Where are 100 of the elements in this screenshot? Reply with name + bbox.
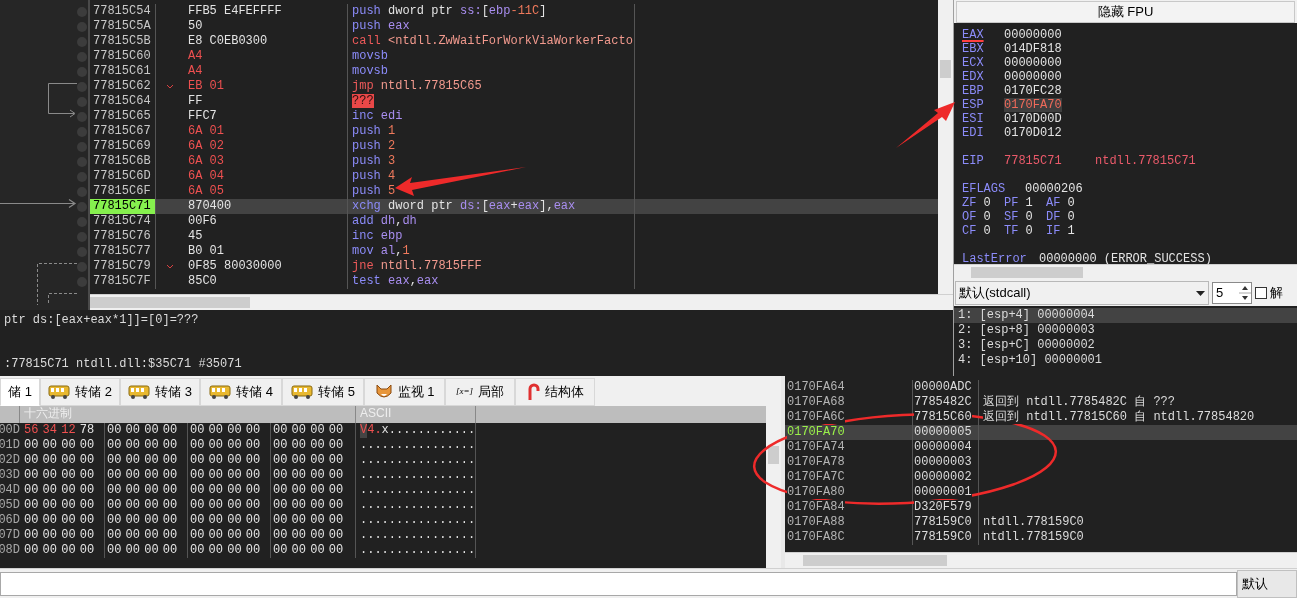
scrollbar-thumb[interactable] — [803, 555, 947, 566]
byte-cell[interactable]: 00 — [291, 498, 306, 513]
register-value[interactable]: 0170D012 — [1004, 125, 1062, 140]
byte-cell[interactable]: 00 — [61, 528, 76, 543]
byte-cell[interactable]: 00 — [42, 498, 57, 513]
byte-cell[interactable]: 00 — [144, 543, 159, 558]
byte-cell[interactable]: 00 — [144, 483, 159, 498]
byte-cell[interactable]: 00 — [328, 438, 344, 453]
address-cell[interactable]: 77815C64 — [90, 94, 156, 109]
address-cell[interactable]: 0170FA80 — [787, 485, 845, 499]
byte-cell[interactable]: 00 — [162, 543, 178, 558]
byte-cell[interactable]: 00 — [190, 513, 205, 528]
byte-cell[interactable]: 00 — [42, 513, 57, 528]
byte-cell[interactable]: 00 — [125, 453, 140, 468]
register-name[interactable]: EBP — [962, 83, 1004, 98]
byte-cell[interactable]: 00 — [227, 543, 242, 558]
flag-value[interactable]: 0 — [1025, 223, 1033, 238]
byte-cell[interactable]: 00 — [125, 513, 140, 528]
dump-tab[interactable]: [x=] 局部 — [445, 378, 515, 406]
byte-cell[interactable]: 00 — [190, 543, 205, 558]
flag-value[interactable]: 0 — [983, 209, 991, 224]
byte-cell[interactable]: 00 — [245, 468, 261, 483]
byte-cell[interactable]: 00 — [227, 498, 242, 513]
byte-cell[interactable]: 00 — [79, 543, 95, 558]
argument-row[interactable]: 1: [esp+4] 00000004 — [954, 308, 1297, 324]
byte-cell[interactable]: 00 — [79, 483, 95, 498]
byte-cell[interactable]: 00 — [125, 468, 140, 483]
address-cell[interactable]: 77815C79 — [90, 259, 156, 274]
dump-tab[interactable]: 转储 2 — [40, 378, 120, 406]
register-name[interactable]: EAX — [962, 27, 1004, 42]
byte-cell[interactable]: 00 — [79, 498, 95, 513]
byte-cell[interactable]: 00 — [273, 483, 288, 498]
dump-tab[interactable]: 转储 5 — [282, 378, 364, 406]
byte-cell[interactable]: 00 — [245, 453, 261, 468]
byte-cell[interactable]: 00 — [24, 543, 39, 558]
instruction-cell[interactable]: test eax,eax — [348, 274, 635, 289]
instruction-cell[interactable]: call <ntdll.ZwWaitForWorkViaWorkerFacto — [348, 34, 635, 49]
address-cell[interactable]: 77815C62 — [90, 79, 156, 94]
byte-cell[interactable]: 00 — [42, 483, 57, 498]
byte-cell[interactable]: 00 — [208, 513, 223, 528]
byte-cell[interactable]: 00 — [61, 468, 76, 483]
lock-checkbox[interactable]: 解 — [1255, 283, 1283, 303]
byte-cell[interactable]: 00 — [107, 438, 122, 453]
byte-cell[interactable]: 00 — [61, 438, 76, 453]
byte-cell[interactable]: 00 — [227, 528, 242, 543]
byte-cell[interactable]: 00 — [107, 543, 122, 558]
byte-cell[interactable]: 00 — [107, 468, 122, 483]
register-name[interactable]: ESI — [962, 111, 1004, 126]
byte-cell[interactable]: 00 — [144, 468, 159, 483]
address-cell[interactable]: 77815C69 — [90, 139, 156, 154]
register-name[interactable]: EIP — [962, 153, 1004, 168]
instruction-cell[interactable]: inc edi — [348, 109, 635, 124]
byte-cell[interactable]: 00 — [328, 423, 344, 438]
byte-cell[interactable]: 00 — [61, 543, 76, 558]
byte-cell[interactable]: 00 — [190, 423, 205, 438]
instruction-cell[interactable]: add dh,dh — [348, 214, 635, 229]
byte-cell[interactable]: 00 — [227, 423, 242, 438]
address-cell[interactable]: 77815C60 — [90, 49, 156, 64]
byte-cell[interactable]: 00 — [107, 513, 122, 528]
byte-cell[interactable]: 00 — [310, 438, 325, 453]
byte-cell[interactable]: 00 — [162, 423, 178, 438]
byte-cell[interactable]: 00 — [61, 513, 76, 528]
instruction-cell[interactable]: xchg dword ptr ds:[eax+eax],eax — [348, 199, 635, 214]
dump-tab[interactable]: 转储 3 — [120, 378, 200, 406]
flag-name[interactable]: IF — [1046, 223, 1061, 238]
byte-cell[interactable]: 00 — [245, 423, 261, 438]
byte-cell[interactable]: 00 — [107, 423, 122, 438]
register-value[interactable]: 0170FC28 — [1004, 83, 1062, 98]
byte-cell[interactable]: 00 — [328, 498, 344, 513]
command-input-field[interactable] — [0, 571, 1237, 596]
byte-cell[interactable]: 00 — [61, 498, 76, 513]
dump-tab[interactable]: 储 1 — [0, 378, 40, 406]
byte-cell[interactable]: 00 — [208, 543, 223, 558]
byte-cell[interactable]: 00 — [190, 528, 205, 543]
byte-cell[interactable]: 00 — [42, 528, 57, 543]
instruction-cell[interactable]: movsb — [348, 49, 635, 64]
ascii-cell[interactable]: ................ — [356, 468, 476, 483]
byte-cell[interactable]: 00 — [42, 543, 57, 558]
byte-cell[interactable]: 00 — [227, 453, 242, 468]
register-name[interactable]: EFLAGS — [962, 181, 1025, 196]
byte-cell[interactable]: 00 — [273, 498, 288, 513]
byte-cell[interactable]: 00 — [107, 483, 122, 498]
byte-cell[interactable]: 00 — [24, 498, 39, 513]
byte-cell[interactable]: 00 — [273, 453, 288, 468]
byte-cell[interactable]: 00 — [144, 453, 159, 468]
flag-value[interactable]: 0 — [983, 195, 991, 210]
instruction-cell[interactable]: push eax — [348, 19, 635, 34]
byte-cell[interactable]: 00 — [190, 453, 205, 468]
byte-cell[interactable]: 00 — [24, 513, 39, 528]
byte-cell[interactable]: 00 — [79, 528, 95, 543]
byte-cell[interactable]: 00 — [208, 468, 223, 483]
byte-cell[interactable]: 00 — [208, 453, 223, 468]
byte-cell[interactable]: 00 — [42, 468, 57, 483]
byte-cell[interactable]: 00 — [328, 528, 344, 543]
byte-cell[interactable]: 00 — [208, 498, 223, 513]
ascii-cell[interactable]: ................ — [356, 513, 476, 528]
register-value[interactable]: 00000000 — [1004, 27, 1062, 42]
byte-cell[interactable]: 00 — [273, 528, 288, 543]
instruction-cell[interactable]: ??? — [348, 94, 635, 109]
byte-cell[interactable]: 00 — [79, 453, 95, 468]
